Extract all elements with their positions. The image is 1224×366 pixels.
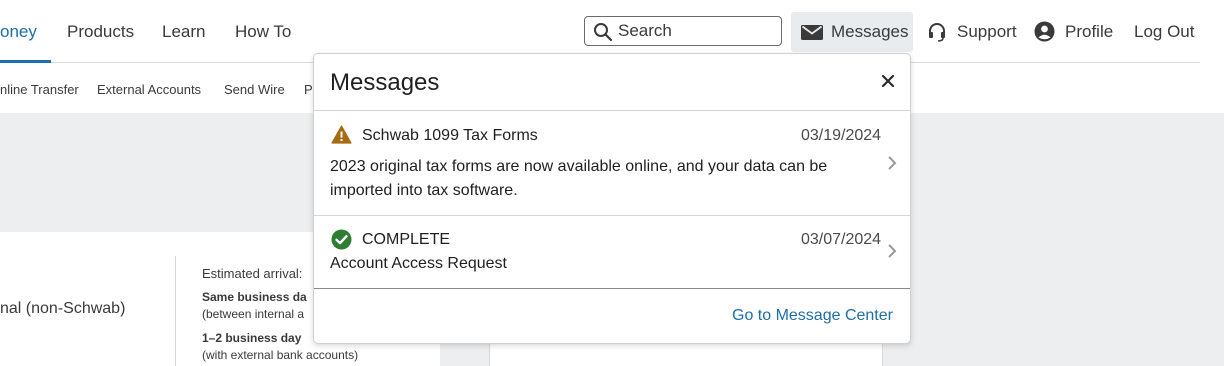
nav-products[interactable]: Products xyxy=(67,22,134,42)
messages-label: Messages xyxy=(831,22,909,41)
estimated-arrival-label: Estimated arrival: xyxy=(202,266,303,281)
warning-icon xyxy=(331,125,352,144)
subnav-external-accounts[interactable]: External Accounts xyxy=(97,82,201,97)
chevron-right-icon xyxy=(888,244,897,258)
nav-learn[interactable]: Learn xyxy=(162,22,205,42)
nav-how-to[interactable]: How To xyxy=(235,22,291,42)
multi-day-note: (with external bank accounts) xyxy=(202,348,359,362)
subnav-more[interactable]: P xyxy=(304,82,313,97)
messages-popover: Messages Schwab 1099 Tax Forms 03/19/202… xyxy=(313,53,911,344)
subnav-send-wire[interactable]: Send Wire xyxy=(224,82,285,97)
message-subject: Schwab 1099 Tax Forms xyxy=(362,127,538,144)
message-date: 03/07/2024 xyxy=(801,231,882,248)
check-circle-icon xyxy=(331,229,352,250)
message-item[interactable]: Schwab 1099 Tax Forms 03/19/2024 2023 or… xyxy=(314,111,910,215)
close-icon[interactable] xyxy=(879,72,897,90)
search-icon xyxy=(594,23,613,42)
chevron-right-icon xyxy=(888,156,897,170)
same-day-label: Same business da xyxy=(202,290,307,304)
card-divider xyxy=(175,256,176,366)
search-box[interactable] xyxy=(584,16,782,46)
nav-logout[interactable]: Log Out xyxy=(1134,22,1195,42)
envelope-icon xyxy=(801,25,823,40)
footer-divider xyxy=(314,288,910,289)
search-input[interactable] xyxy=(618,20,773,42)
message-item[interactable]: COMPLETE 03/07/2024 Account Access Reque… xyxy=(314,216,910,288)
messages-button[interactable]: Messages xyxy=(791,12,913,52)
popover-title: Messages xyxy=(330,69,440,96)
option-external-label[interactable]: nal (non-Schwab) xyxy=(0,300,125,318)
message-date: 03/19/2024 xyxy=(801,127,882,144)
message-body: Account Access Request xyxy=(330,255,507,272)
multi-day-label: 1–2 business day xyxy=(202,331,302,345)
profile-icon xyxy=(1034,21,1055,42)
same-day-note: (between internal a xyxy=(202,307,305,321)
message-body: 2023 original tax forms are now availabl… xyxy=(330,158,828,199)
headset-icon xyxy=(929,23,945,42)
active-tab-indicator xyxy=(0,60,51,63)
nav-profile[interactable]: Profile xyxy=(1065,22,1113,42)
message-center-link[interactable]: Go to Message Center xyxy=(732,307,893,325)
message-subject: COMPLETE xyxy=(362,231,451,248)
nav-move-money[interactable]: oney xyxy=(0,22,37,42)
subnav-online-transfer[interactable]: nline Transfer xyxy=(0,82,79,97)
nav-support[interactable]: Support xyxy=(957,22,1017,42)
